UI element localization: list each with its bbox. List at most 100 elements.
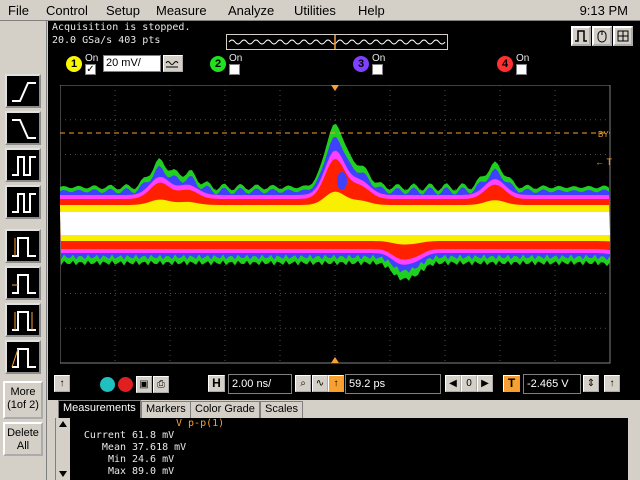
keypad-icon: [617, 30, 629, 42]
pulse-measure-button-2[interactable]: [5, 266, 41, 300]
mouse-icon: [597, 30, 607, 43]
trigger-level-label: ← T: [595, 157, 612, 167]
menu-measure[interactable]: Measure: [156, 3, 207, 18]
coupling-icon: [165, 61, 179, 68]
rising-edge-trigger-button[interactable]: [5, 74, 41, 108]
delay-right-button[interactable]: ▶: [477, 375, 493, 392]
channel-bar: 1 On ✓ 20 mV/ 2 On 3 On 4 On: [48, 51, 640, 79]
tab-color-grade[interactable]: Color Grade: [190, 401, 260, 418]
pulse-icon: [575, 30, 587, 42]
menu-file[interactable]: File: [8, 3, 29, 18]
bottom-tabs: Measurements Markers Color Grade Scales: [48, 400, 640, 418]
channel-1-coupling-button[interactable]: [163, 55, 183, 72]
delete-label: Delete: [7, 427, 39, 439]
channel-1-indicator[interactable]: 1: [66, 56, 82, 72]
channel-2-checkbox[interactable]: [229, 64, 240, 75]
menu-setup[interactable]: Setup: [106, 3, 140, 18]
channel-1-scale-field[interactable]: 20 mV/: [103, 55, 161, 72]
rising-edge-icon: [12, 82, 36, 102]
sample-rate-info: 20.0 GSa/s 403 pts: [52, 35, 161, 46]
more-button[interactable]: More (1of 2): [3, 381, 43, 419]
marker-by-label: BY: [598, 130, 609, 139]
tab-measurements[interactable]: Measurements: [58, 400, 141, 418]
menu-control[interactable]: Control: [46, 3, 88, 18]
falling-edge-trigger-button[interactable]: [5, 111, 41, 145]
channel-1-on-label: On: [85, 53, 99, 64]
stop-button-icon[interactable]: [118, 377, 133, 392]
measurement-title: V p-p(1): [176, 418, 225, 429]
all-label: All: [16, 440, 30, 452]
delete-all-button[interactable]: Delete All: [3, 422, 43, 456]
left-toolbar: More (1of 2) Delete All: [0, 21, 47, 480]
channel-2-indicator[interactable]: 2: [210, 56, 226, 72]
waveform-spike-hollow: [337, 172, 347, 190]
menu-utilities[interactable]: Utilities: [294, 3, 336, 18]
pulse-measure-button-4[interactable]: [5, 340, 41, 374]
measurement-min-label: Min: [107, 454, 126, 465]
measurements-panel: V p-p(1) Current 61.8 mV Mean 37.618 mV …: [55, 418, 628, 480]
more-page-label: (1of 2): [7, 399, 39, 411]
tab-markers[interactable]: Markers: [141, 401, 191, 418]
delay-field[interactable]: 59.2 ps: [345, 374, 441, 394]
delay-zero-button[interactable]: 0: [461, 375, 477, 392]
trigger-label[interactable]: T: [503, 375, 520, 392]
channel-4-indicator[interactable]: 4: [497, 56, 513, 72]
positive-pulse-icon: [12, 156, 36, 176]
more-label: More: [10, 386, 36, 398]
horizontal-label[interactable]: H: [208, 375, 225, 392]
zoom-icon[interactable]: ⌕: [295, 375, 311, 392]
run-button-icon[interactable]: [100, 377, 115, 392]
print-icon[interactable]: ⎙: [153, 376, 169, 393]
waveform-overview[interactable]: [226, 34, 448, 50]
pulse-tool-button[interactable]: [571, 26, 591, 46]
mouse-tool-button[interactable]: [592, 26, 612, 46]
negative-pulse-icon: [12, 193, 36, 213]
trigger-level-field[interactable]: -2.465 V: [523, 374, 581, 394]
measurement-current-value: 61.8 mV: [132, 430, 175, 441]
pulse-measure-icon-3: [12, 311, 36, 331]
pulse-measure-icon-4: [11, 348, 36, 368]
clock: 9:13 PM: [579, 3, 628, 18]
timebase-field[interactable]: 2.00 ns/: [228, 374, 292, 394]
measurement-min-value: 24.6 mV: [132, 454, 175, 465]
measurement-max-label: Max: [107, 466, 126, 477]
waveform-graticule[interactable]: BY ← T: [60, 85, 612, 365]
pulse-width-negative-button[interactable]: [5, 185, 41, 219]
panel-right-edge: [628, 418, 640, 480]
autoscale-icon[interactable]: ▣: [136, 376, 152, 393]
acquisition-status: Acquisition is stopped.: [52, 22, 191, 33]
measurement-current-label: Current: [83, 430, 126, 441]
waveform-band: [60, 212, 610, 235]
wave-icon[interactable]: ∿: [312, 375, 328, 392]
pulse-measure-button-1[interactable]: [5, 229, 41, 263]
pulse-width-positive-button[interactable]: [5, 148, 41, 182]
pulse-measure-button-3[interactable]: [5, 303, 41, 337]
tab-scales[interactable]: Scales: [260, 401, 304, 418]
timebase-bar: ↑ ▣ ⎙ H 2.00 ns/ ⌕ ∿ ↑ 59.2 ps ◀ 0 ▶ T -…: [48, 370, 640, 400]
channel-4-checkbox[interactable]: [516, 64, 527, 75]
measurement-max-value: 89.0 mV: [132, 466, 175, 477]
channel-3-indicator[interactable]: 3: [353, 56, 369, 72]
measurement-mean-label: Mean: [101, 442, 126, 453]
measurement-mean-value: 37.618 mV: [132, 442, 187, 453]
channel-3-checkbox[interactable]: [372, 64, 383, 75]
channel-1-checkbox[interactable]: ✓: [85, 64, 96, 75]
channel-4-on-label: On: [516, 53, 530, 64]
measurements-scrollbar[interactable]: [56, 418, 70, 480]
trigger-level-stepper[interactable]: ⇕: [583, 375, 599, 392]
toolbar-right: [568, 26, 636, 48]
keypad-tool-button[interactable]: [613, 26, 633, 46]
menu-help[interactable]: Help: [358, 3, 385, 18]
channel-2-on-label: On: [229, 53, 243, 64]
delay-left-button[interactable]: ◀: [445, 375, 461, 392]
scroll-arrows-icon: [59, 421, 67, 477]
menu-bar: File Control Setup Measure Analyze Utili…: [0, 0, 640, 21]
pulse-measure-icon-2: [12, 274, 36, 294]
falling-edge-icon: [12, 119, 36, 139]
overview-waveform: [228, 35, 446, 49]
trigger-up-button[interactable]: ↑: [604, 375, 620, 392]
scroll-up-button[interactable]: ↑: [54, 375, 70, 392]
delay-up-arrow-icon[interactable]: ↑: [328, 375, 344, 392]
menu-analyze[interactable]: Analyze: [228, 3, 274, 18]
pulse-measure-icon-1: [12, 237, 36, 257]
